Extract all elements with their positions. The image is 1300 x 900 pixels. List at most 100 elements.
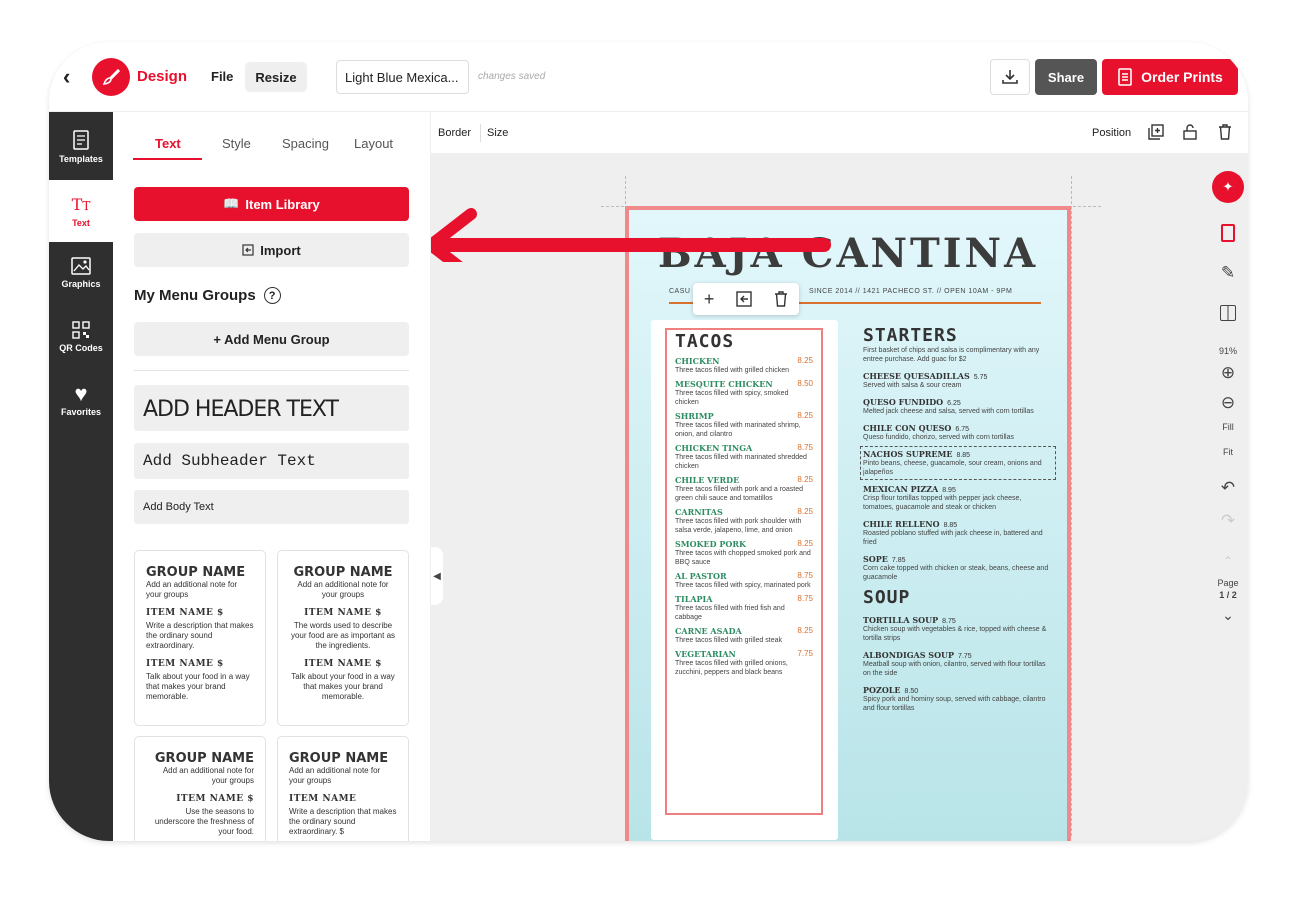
position-button[interactable]: Position: [1092, 127, 1131, 139]
canvas-toolbar: Border Size Position: [431, 112, 1248, 154]
menu-item-name-row: CHILE VERDE 8.25: [675, 475, 813, 485]
card-item-name: ITEM NAME $: [304, 608, 382, 618]
menu-item-name-row: SMOKED PORK 8.25: [675, 539, 813, 549]
plus-icon[interactable]: +: [704, 289, 715, 310]
rail-item-graphics[interactable]: Graphics: [49, 242, 113, 304]
order-prints-button[interactable]: Order Prints: [1102, 59, 1238, 95]
menu-item-price: 8.85: [943, 522, 958, 529]
unlock-icon[interactable]: [1183, 124, 1197, 140]
menu-item-name-row: VEGETARIAN 7.75: [675, 649, 813, 659]
menu-item-desc: Three tacos filled with spicy, marinated…: [675, 582, 811, 589]
page-border-icon[interactable]: [1210, 218, 1246, 248]
menu-item-desc: Served with salsa & sour cream: [863, 382, 962, 389]
menu-item-desc: Chicken soup with vegetables & rice, top…: [863, 626, 1047, 642]
menu-item[interactable]: SMOKED PORK 8.25 Three tacos with chopped …: [675, 539, 813, 567]
menu-item-name-row: CARNE ASADA 8.25: [675, 626, 813, 636]
undo-icon[interactable]: ↶: [1210, 473, 1246, 503]
menu-item[interactable]: SOPE 7.85 Corn cake topped with chicken or…: [863, 554, 1053, 582]
collapse-panel-button[interactable]: ◀: [431, 547, 443, 605]
ruler-icon[interactable]: ✎: [1210, 258, 1246, 288]
redo-icon[interactable]: ↷: [1210, 506, 1246, 536]
import-icon[interactable]: [736, 291, 752, 307]
menu-item[interactable]: ALBONDIGAS SOUP 7.75 Meatball soup with on…: [863, 650, 1053, 678]
menu-item[interactable]: CARNE ASADA 8.25 Three tacos filled with g…: [675, 626, 813, 645]
rail-item-favorites[interactable]: ♥ Favorites: [49, 370, 113, 432]
menu-item[interactable]: CARNITAS 8.25 Three tacos filled with pork…: [675, 507, 813, 535]
menu-item[interactable]: CHICKEN 8.25 Three tacos filled with grill…: [675, 356, 813, 375]
add-subheader-text-button[interactable]: Add Subheader Text: [134, 443, 409, 479]
menu-group-card[interactable]: GROUP NAME Add an additional note for yo…: [134, 736, 266, 841]
resize-button[interactable]: Resize: [245, 62, 307, 92]
menu-item[interactable]: MESQUITE CHICKEN 8.50 Three tacos filled w…: [675, 379, 813, 407]
graphics-icon: [71, 257, 91, 275]
import-button[interactable]: Import: [134, 233, 409, 267]
menu-item[interactable]: CHICKEN TINGA 8.75 Three tacos filled with…: [675, 443, 813, 471]
menu-item[interactable]: CHILE CON QUESO 6.75 Queso fundido, choriz…: [863, 423, 1053, 442]
file-menu[interactable]: File: [211, 69, 233, 84]
tacos-column[interactable]: TACOS CHICKEN 8.25 Three tacos filled with…: [651, 320, 838, 840]
menu-item[interactable]: MEXICAN PIZZA 8.95 Crisp flour tortillas t…: [863, 484, 1053, 512]
menu-item-price: 6.75: [955, 426, 970, 433]
menu-item[interactable]: CHEESE QUESADILLAS 5.75 Served with salsa …: [863, 371, 1053, 390]
top-bar: ‹ Design File Resize Light Blue Mexica..…: [49, 42, 1248, 112]
help-icon[interactable]: ?: [263, 287, 281, 304]
menu-subtitle: SINCE 2014 // 1421 PACHECO ST. // OPEN 1…: [809, 288, 1013, 295]
split-view-icon[interactable]: [1210, 298, 1246, 328]
card-group-name: GROUP NAME: [154, 751, 254, 766]
add-body-text-button[interactable]: Add Body Text: [134, 490, 409, 524]
menu-item-name: AL PASTOR: [675, 571, 727, 581]
arrow-annotation: [431, 208, 831, 262]
menu-item[interactable]: TILAPIA 8.75 Three tacos filled with fried…: [675, 594, 813, 622]
menu-item-price: 8.50: [904, 688, 919, 695]
add-layer-icon[interactable]: [1148, 124, 1164, 140]
page-down-icon[interactable]: ⌄: [1210, 600, 1246, 630]
tab-style[interactable]: Style: [222, 136, 251, 151]
trash-icon[interactable]: [1218, 124, 1232, 140]
menu-item[interactable]: QUESO FUNDIDO 6.25 Melted jack cheese and …: [863, 397, 1053, 416]
design-canvas[interactable]: BAJA CANTINA CASU SINCE 2014 // 1421 PAC…: [431, 154, 1248, 841]
add-menu-group-button[interactable]: + Add Menu Group: [134, 322, 409, 356]
sparkle-icon: ✦: [1212, 171, 1244, 203]
trash-icon[interactable]: [774, 291, 788, 307]
rail-item-text[interactable]: TT Text: [49, 180, 113, 242]
card-note: Add an additional note for your groups: [146, 580, 238, 599]
item-library-button[interactable]: 📖 Item Library: [134, 187, 409, 221]
tab-spacing[interactable]: Spacing: [282, 136, 329, 151]
menu-group-card[interactable]: GROUP NAME Add an additional note for yo…: [134, 550, 266, 726]
menu-item[interactable]: CHILE VERDE 8.25 Three tacos filled with p…: [675, 475, 813, 503]
menu-item[interactable]: VEGETARIAN 7.75 Three tacos filled with gr…: [675, 649, 813, 677]
menu-item[interactable]: SHRIMP 8.25 Three tacos filled with marina…: [675, 411, 813, 439]
menu-item-name-row: CHICKEN 8.25: [675, 356, 813, 366]
card-item-desc: Use the seasons to underscore the freshn…: [154, 807, 254, 836]
download-button[interactable]: [990, 59, 1030, 95]
menu-item-desc: Three tacos with chopped smoked pork and…: [675, 550, 811, 566]
menu-item[interactable]: NACHOS SUPREME 8.85 Pinto beans, cheese, g…: [860, 446, 1056, 480]
fit-button[interactable]: Fit: [1210, 437, 1246, 467]
menu-page[interactable]: BAJA CANTINA CASU SINCE 2014 // 1421 PAC…: [625, 206, 1071, 841]
menu-item[interactable]: POZOLE 8.50 Spicy pork and hominy soup, se…: [863, 685, 1053, 713]
menu-item[interactable]: TORTILLA SOUP 8.75 Chicken soup with veget…: [863, 615, 1053, 643]
menu-item[interactable]: AL PASTOR 8.75 Three tacos filled with spi…: [675, 571, 813, 590]
menu-group-card[interactable]: GROUP NAME Add an additional note for yo…: [277, 736, 409, 841]
rail-item-templates[interactable]: Templates: [49, 116, 113, 178]
rail-item-qr-codes[interactable]: QR Codes: [49, 306, 113, 368]
tacos-heading: TACOS: [675, 331, 735, 352]
menu-item[interactable]: CHILE RELLENO 8.85 Roasted poblano stuffed…: [863, 519, 1053, 547]
share-button[interactable]: Share: [1035, 59, 1097, 95]
size-button[interactable]: Size: [487, 127, 508, 139]
tab-text[interactable]: Text: [155, 136, 181, 151]
card-item-desc: Write a description that makes the ordin…: [289, 807, 397, 836]
border-button[interactable]: Border: [438, 127, 471, 139]
menu-group-card[interactable]: GROUP NAME Add an additional note for yo…: [277, 550, 409, 726]
menu-item-desc: Queso fundido, chorizo, served with corn…: [863, 434, 1014, 441]
document-title-input[interactable]: Light Blue Mexica...: [336, 60, 469, 94]
save-status: changes saved: [478, 71, 546, 82]
menu-item-name-row: CHILE RELLENO 8.85: [863, 519, 1053, 529]
zoom-in-icon[interactable]: ⊕: [1210, 358, 1246, 388]
text-panel: Text Style Spacing Layout 📖 Item Library…: [113, 112, 431, 841]
tacos-group-selected[interactable]: TACOS CHICKEN 8.25 Three tacos filled with…: [665, 328, 823, 815]
add-header-text-button[interactable]: ADD HEADER TEXT: [134, 385, 409, 431]
magic-button[interactable]: ✦: [1210, 171, 1246, 203]
tab-layout[interactable]: Layout: [354, 136, 393, 151]
back-icon[interactable]: ‹: [63, 64, 70, 90]
